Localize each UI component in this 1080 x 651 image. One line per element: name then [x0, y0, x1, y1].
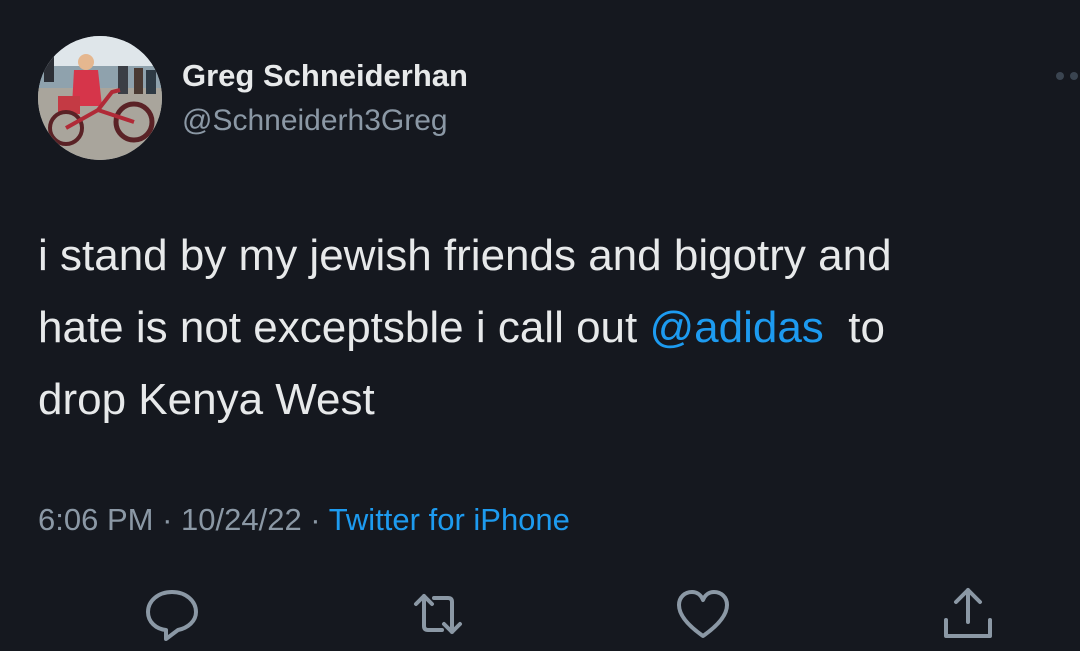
tweet-source-link[interactable]: Twitter for iPhone — [329, 502, 570, 537]
tweet-date[interactable]: 10/24/22 — [181, 502, 302, 537]
tweet-meta: 6:06 PM · 10/24/22 · Twitter for iPhone — [38, 502, 570, 538]
retweet-icon — [414, 594, 462, 634]
tweet-time[interactable]: 6:06 PM — [38, 502, 153, 537]
author-handle[interactable]: @Schneiderh3Greg — [182, 104, 448, 138]
avatar-photo-icon — [38, 36, 162, 160]
share-icon — [944, 588, 992, 638]
reply-button[interactable] — [142, 584, 202, 644]
meta-separator: · — [153, 502, 182, 537]
author-display-name[interactable]: Greg Schneiderhan — [182, 58, 468, 94]
like-button[interactable] — [673, 584, 733, 644]
tweet-text-line-2-start: hate is not exceptsble i call out — [38, 303, 650, 352]
like-icon — [677, 590, 729, 638]
share-button[interactable] — [938, 584, 998, 644]
tweet-text: i stand by my jewish friends and bigotry… — [38, 220, 1080, 436]
meta-separator: · — [301, 502, 329, 537]
tweet-text-line-3: drop Kenya West — [38, 375, 375, 424]
retweet-button[interactable] — [408, 584, 468, 644]
mention-link[interactable]: @adidas — [649, 303, 823, 352]
tweet-actions — [0, 584, 1080, 644]
tweet-text-line-2: hate is not exceptsble i call out @adida… — [38, 292, 1080, 364]
tweet-text-line-1: i stand by my jewish friends and bigotry… — [38, 231, 892, 280]
tweet-text-line-2-end: to — [823, 303, 885, 352]
reply-icon — [146, 590, 198, 641]
avatar[interactable] — [38, 36, 162, 160]
tweet: Greg Schneiderhan @Schneiderh3Greg i sta… — [0, 0, 1080, 651]
more-options-icon[interactable] — [1052, 64, 1080, 88]
